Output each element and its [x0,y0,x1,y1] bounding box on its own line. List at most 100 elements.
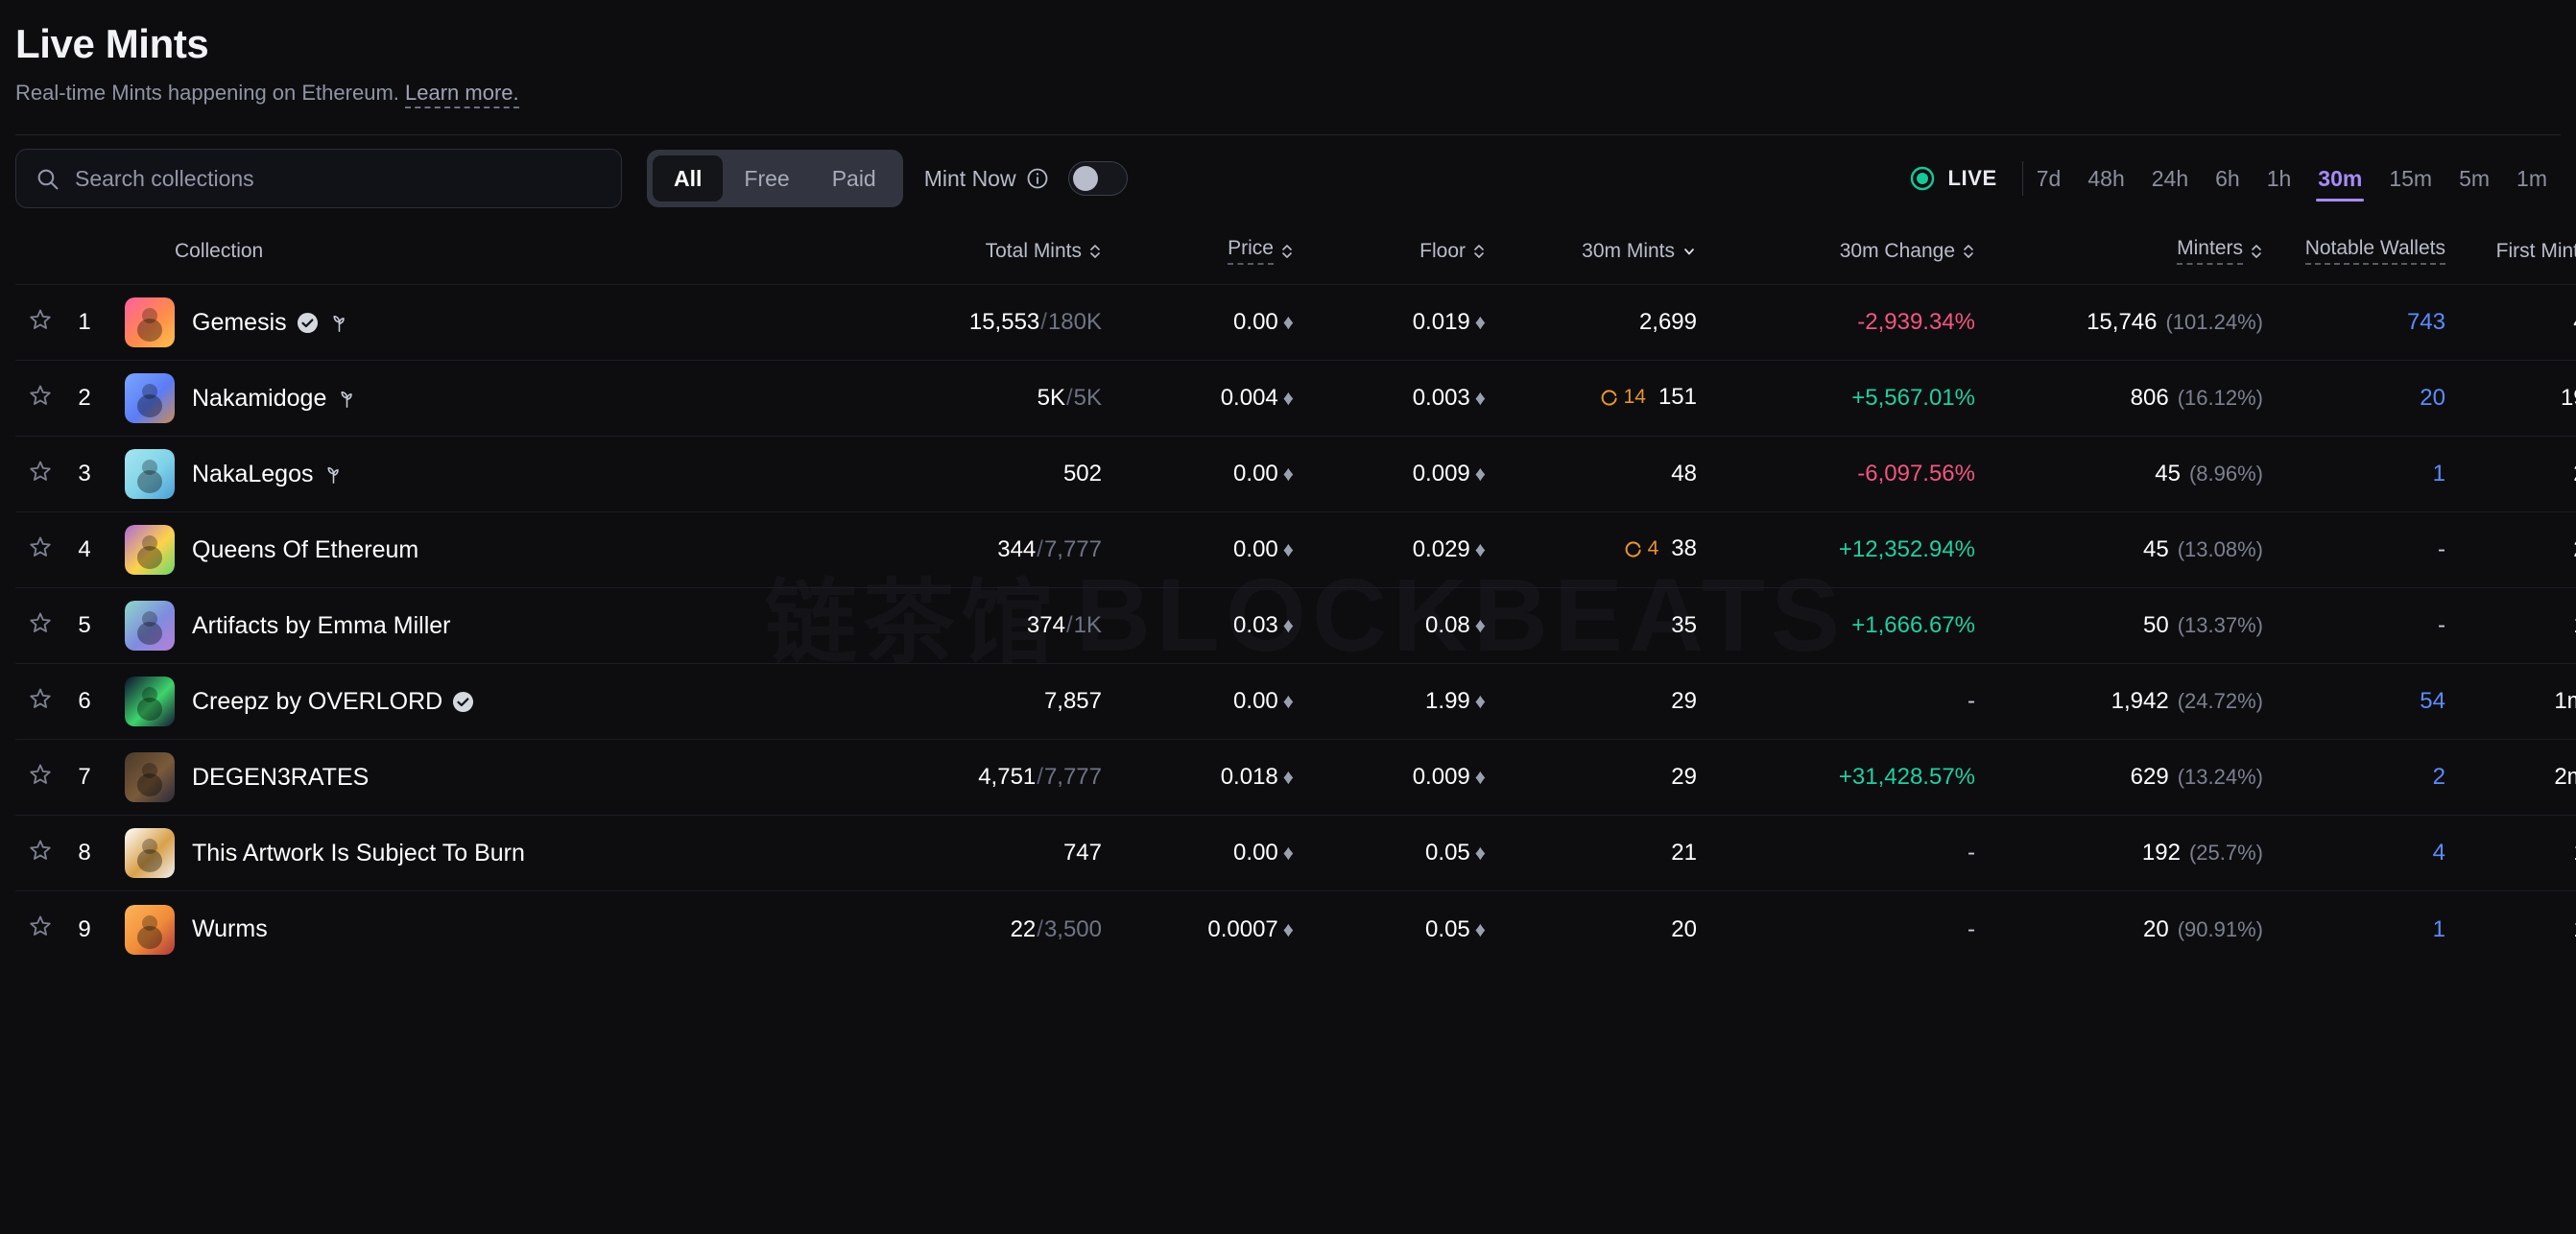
collection-avatar[interactable] [125,601,175,652]
mint-now-toggle[interactable] [1067,161,1128,197]
collection-cell[interactable]: Queens Of Ethereum [104,511,833,588]
favorite-cell[interactable] [15,815,65,891]
pending-mints-badge: 4 [1624,537,1658,560]
learn-more-link[interactable]: Learn more. [405,81,519,109]
th-price[interactable]: Price [1102,222,1294,285]
filter-free[interactable]: Free [723,155,810,202]
favorite-star-icon[interactable] [28,914,53,938]
collection-cell[interactable]: This Artwork Is Subject To Burn [104,815,833,891]
th-total-mints[interactable]: Total Mints [833,222,1102,285]
time-range-6h[interactable]: 6h [2202,160,2254,198]
sort-icon [1964,244,1973,258]
collection-avatar[interactable] [125,525,175,576]
collection-cell[interactable]: Nakamidoge [104,360,833,437]
favorite-cell[interactable] [15,739,65,816]
collection-cell[interactable]: Wurms [104,890,833,967]
sort-icon [1474,244,1484,258]
notable-wallets-link[interactable]: 1 [2433,916,2445,942]
notable-wallets-link[interactable]: 20 [2420,385,2445,411]
collection-avatar[interactable] [125,904,175,955]
search-box[interactable] [15,149,622,209]
favorite-star-icon[interactable] [28,534,53,559]
collection-avatar[interactable] [125,828,175,879]
notable-wallets-link[interactable]: 2 [2433,764,2445,790]
filter-paid[interactable]: Paid [811,155,897,202]
notable-wallets-link[interactable]: 54 [2420,688,2445,714]
time-range-48h[interactable]: 48h [2074,160,2137,198]
collection-name[interactable]: Creepz by OVERLORD [192,688,474,716]
favorite-star-icon[interactable] [28,610,53,635]
rank-cell: 1 [65,284,104,361]
favorite-star-icon[interactable] [28,459,53,484]
favorite-cell[interactable] [15,587,65,664]
favorite-cell[interactable] [15,511,65,588]
collection-name[interactable]: Queens Of Ethereum [192,536,418,564]
table-row[interactable]: 2 Nakamidoge 5K/5K 0.004 ♦ 0.003 ♦ 14 151 +5,567.… [15,360,2576,437]
collection-name[interactable]: NakaLegos [192,461,345,488]
th-window-change[interactable]: 30m Change [1697,222,1975,285]
favorite-cell[interactable] [15,284,65,361]
time-range-7d[interactable]: 7d [2023,160,2075,198]
table-row[interactable]: 8 This Artwork Is Subject To Burn 747 0.00 ♦… [15,815,2576,891]
time-range-30m[interactable]: 30m [2304,160,2375,202]
collection-cell[interactable]: Creepz by OVERLORD [104,663,833,740]
notable-wallets-link[interactable]: 1 [2433,461,2445,486]
favorite-star-icon[interactable] [28,838,53,863]
th-minters[interactable]: Minters [1975,222,2263,285]
table-row[interactable]: 4 Queens Of Ethereum 344/7,777 0.00 ♦ 0.029 ♦ 4… [15,511,2576,588]
favorite-star-icon[interactable] [28,383,53,408]
notable-wallets-link[interactable]: 4 [2433,840,2445,866]
collection-name[interactable]: Gemesis [192,309,350,337]
table-row[interactable]: 7 DEGEN3RATES 4,751/7,777 0.018 ♦ 0.009 ♦ 29 +31… [15,739,2576,816]
time-range-1h[interactable]: 1h [2254,160,2305,198]
collection-avatar[interactable] [125,752,175,803]
window-mints-value: 35 [1671,612,1697,639]
collection-avatar[interactable] [125,676,175,727]
collection-name[interactable]: DEGEN3RATES [192,764,369,792]
collection-name[interactable]: This Artwork Is Subject To Burn [192,840,525,867]
time-range-1m[interactable]: 1m [2503,160,2561,198]
favorite-cell[interactable] [15,360,65,437]
th-notable-wallets[interactable]: Notable Wallets [2263,222,2445,285]
collection-name[interactable]: Artifacts by Emma Miller [192,612,450,640]
search-input[interactable] [75,165,602,192]
favorite-cell[interactable] [15,890,65,967]
time-range-15m[interactable]: 15m [2375,160,2445,198]
favorite-star-icon[interactable] [28,686,53,711]
th-floor[interactable]: Floor [1294,222,1486,285]
live-label: LIVE [1947,166,1997,191]
collection-cell[interactable]: NakaLegos [104,436,833,512]
live-indicator[interactable]: LIVE [1908,164,2021,193]
table-row[interactable]: 6 Creepz by OVERLORD 7,857 0.00 ♦ 1.99 ♦ 29-1,9… [15,663,2576,740]
th-first-mint[interactable]: First Mint [2445,222,2576,285]
table-row[interactable]: 9 Wurms 22/3,500 0.0007 ♦ 0.05 ♦ 20-20 (90.91%) 1… [15,890,2576,967]
table-row[interactable]: 5 Artifacts by Emma Miller 374/1K 0.03 ♦ 0.08… [15,587,2576,664]
price-cell: 0.00 ♦ [1102,511,1294,588]
filter-all[interactable]: All [653,155,724,202]
collection-cell[interactable]: DEGEN3RATES [104,739,833,816]
collection-name[interactable]: Nakamidoge [192,385,358,413]
favorite-cell[interactable] [15,663,65,740]
collection-avatar[interactable] [125,373,175,424]
favorite-star-icon[interactable] [28,762,53,787]
favorite-cell[interactable] [15,436,65,512]
collection-cell[interactable]: Artifacts by Emma Miller [104,587,833,664]
th-collection-label: Collection [175,239,264,262]
window-change-cell: +12,352.94% [1697,511,1975,588]
window-mints-value: 20 [1671,915,1697,942]
collection-avatar[interactable] [125,297,175,348]
favorite-star-icon[interactable] [28,307,53,332]
info-circle-icon[interactable] [1026,167,1049,190]
table-row[interactable]: 3 NakaLegos 502 0.00 ♦ 0.009 ♦ 48 -6,097.56% 45 (8… [15,436,2576,512]
verified-badge-icon [453,691,474,712]
time-range-24h[interactable]: 24h [2138,160,2202,198]
window-mints-value: 151 [1658,383,1697,410]
collection-cell[interactable]: Gemesis [104,284,833,361]
collection-name[interactable]: Wurms [192,915,268,943]
th-window-mints[interactable]: 30m Mints [1486,222,1697,285]
table-row[interactable]: 1 Gemesis 15,553/180K 0.00 ♦ 0.019 ♦ 2,699 -2,93… [15,284,2576,361]
time-range-5m[interactable]: 5m [2445,160,2503,198]
notable-wallets-link[interactable]: 743 [2407,309,2445,335]
window-mints-value: 21 [1671,840,1697,866]
collection-avatar[interactable] [125,449,175,500]
